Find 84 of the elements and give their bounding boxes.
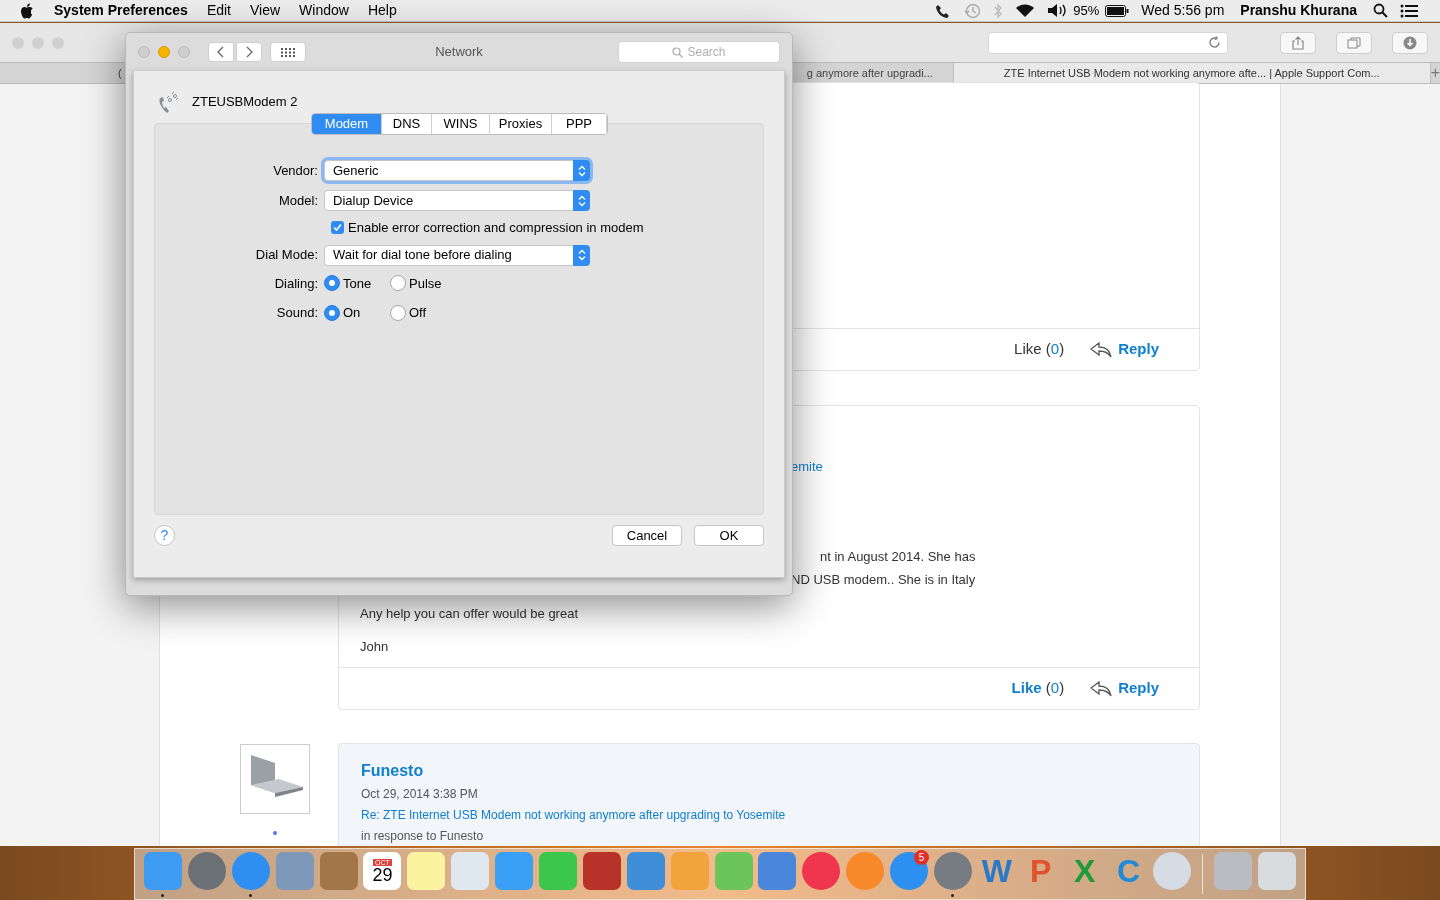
tabs-button[interactable] <box>1336 31 1372 54</box>
post-text: nt in August 2014. She has <box>820 547 977 566</box>
error-correction-checkbox[interactable]: Enable error correction and compression in modem <box>331 218 644 238</box>
dock-app-icon[interactable] <box>582 852 621 890</box>
stepper-arrows-icon <box>577 194 586 207</box>
reload-icon[interactable] <box>1208 36 1221 49</box>
battery-percent: 95% <box>1073 1 1100 20</box>
radio-button[interactable] <box>390 304 406 321</box>
checkbox[interactable] <box>331 221 344 235</box>
radio-option[interactable]: Off <box>390 303 427 323</box>
download-icon <box>1403 35 1417 50</box>
like-link[interactable]: Like (0) <box>1014 338 1065 361</box>
radio-option[interactable]: On <box>324 303 390 323</box>
dock-app-icon[interactable] <box>451 852 490 890</box>
device-name: ZTEUSBModem 2 <box>192 93 298 112</box>
ok-button[interactable]: OK <box>694 525 764 546</box>
dock-app-icon[interactable] <box>319 852 358 890</box>
menu-user-name[interactable]: Pranshu Khurana <box>1240 0 1357 21</box>
menu-item[interactable]: View <box>250 0 281 21</box>
help-button[interactable]: ? <box>154 525 175 546</box>
phone-icon[interactable] <box>935 2 952 19</box>
dock-app-icon[interactable] <box>275 852 314 890</box>
apple-logo-icon[interactable] <box>20 2 34 19</box>
back-button[interactable] <box>208 42 234 62</box>
wifi-icon[interactable] <box>1015 3 1036 18</box>
stepper-arrows-icon <box>577 164 586 177</box>
reply-arrow-icon <box>1090 341 1113 358</box>
field-label: Model: <box>277 191 319 210</box>
volume-icon[interactable] <box>1047 3 1068 18</box>
radio-button[interactable] <box>390 275 406 292</box>
search-icon <box>672 46 684 58</box>
dock-app-icon[interactable] <box>407 852 446 890</box>
show-all-button[interactable] <box>270 42 306 62</box>
dock-app-icon[interactable] <box>495 852 534 890</box>
chevron-right-icon <box>245 46 253 58</box>
menu-app-name[interactable]: System Preferences <box>54 0 188 21</box>
menu-clock[interactable]: Wed 5:56 pm <box>1141 0 1225 21</box>
popup-button[interactable]: Dialup Device <box>324 190 590 211</box>
reply-arrow-icon <box>1090 680 1113 697</box>
dock-app-icon[interactable] <box>626 852 665 890</box>
post-text: John <box>360 638 390 656</box>
reply-button[interactable]: Reply <box>1090 677 1159 700</box>
post-date: Oct 29, 2014 3:38 PM <box>361 786 479 803</box>
forward-button[interactable] <box>236 42 262 62</box>
post-author-link[interactable]: Funesto <box>361 759 1177 783</box>
radio-button[interactable] <box>324 275 340 292</box>
field-label: Dialing: <box>273 274 319 293</box>
zoom-button[interactable] <box>178 46 190 58</box>
bluetooth-icon[interactable] <box>993 2 1004 19</box>
download-button[interactable] <box>1392 31 1428 54</box>
radio-option[interactable]: Pulse <box>390 273 442 293</box>
menu-item[interactable]: Help <box>367 0 397 21</box>
chevron-left-icon <box>217 46 225 58</box>
close-button[interactable] <box>138 46 150 58</box>
battery-icon[interactable] <box>1105 4 1130 17</box>
post-text: Any help you can offer would be great <box>360 604 580 623</box>
like-link[interactable]: Like (0) <box>1011 677 1065 700</box>
minimize-button[interactable] <box>158 46 170 58</box>
post-title-link[interactable]: Re: ZTE Internet USB Modem not working anymore after upgrading to Yosemite <box>361 806 1177 824</box>
menu-item[interactable]: Window <box>299 0 349 21</box>
stepper-arrows-icon <box>577 249 586 261</box>
field-label: Vendor: <box>272 161 319 180</box>
field-label: Sound: <box>275 304 319 322</box>
radio-button[interactable] <box>324 304 340 321</box>
cancel-button[interactable]: Cancel <box>612 525 682 546</box>
list-icon[interactable] <box>1400 3 1418 18</box>
menu-item[interactable]: Edit <box>206 0 231 21</box>
reply-button[interactable]: Reply <box>1090 338 1159 361</box>
checkmark-icon <box>333 223 342 233</box>
tabs-icon <box>1347 36 1361 49</box>
post-reference: in response to Funesto <box>361 828 485 845</box>
dock-app-icon[interactable] <box>758 852 797 890</box>
popup-button[interactable]: Wait for dial tone before dialing <box>324 244 590 266</box>
search-icon[interactable] <box>1373 3 1388 18</box>
dock-app-icon[interactable] <box>1258 852 1297 890</box>
clock-icon[interactable] <box>963 2 982 19</box>
radio-option[interactable]: Tone <box>324 273 390 293</box>
field-label: Dial Mode: <box>254 246 319 265</box>
browser-tab[interactable]: ZTE Internet USB Modem not working anymore afte... | Apple Support Com... <box>953 63 1431 83</box>
popup-button[interactable]: Generic <box>324 160 590 181</box>
share-icon <box>1292 35 1304 50</box>
window-title: Network <box>434 43 484 62</box>
share-button[interactable] <box>1280 31 1316 54</box>
grid-icon <box>281 47 295 57</box>
